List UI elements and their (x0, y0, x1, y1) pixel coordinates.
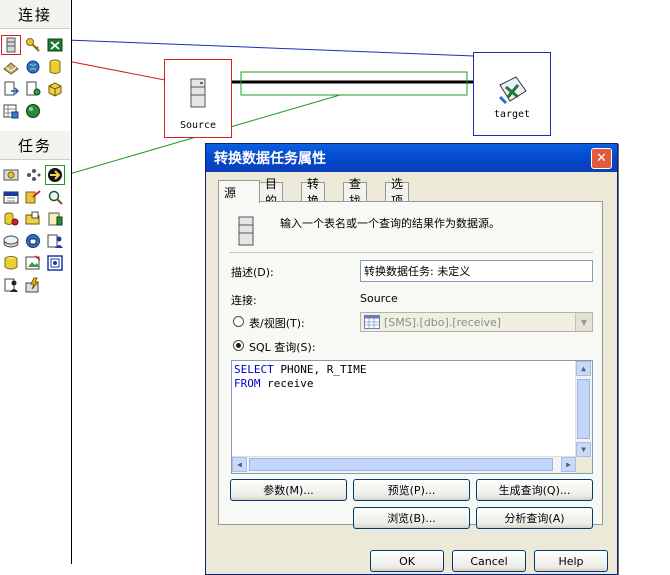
globe-icon[interactable] (24, 58, 42, 76)
scroll-left-icon[interactable]: ◀ (232, 457, 247, 472)
browse-button[interactable]: 浏览(B)... (353, 507, 470, 529)
cancel-button[interactable]: Cancel (452, 550, 526, 572)
globe-db-icon[interactable] (24, 232, 42, 250)
ok-button[interactable]: OK (370, 550, 444, 572)
calendar-icon[interactable] (2, 188, 20, 206)
arrow-task-icon[interactable] (45, 165, 65, 185)
description-label: 描述(D): (231, 266, 274, 279)
connection-label: 连接: (231, 294, 257, 307)
target-excel-icon (498, 76, 527, 105)
box-icon[interactable] (46, 80, 64, 98)
connections-header: 连接 (0, 0, 70, 29)
close-button[interactable]: ✕ (591, 148, 612, 169)
sql-server-db-icon[interactable] (1, 35, 21, 55)
tab-lookup[interactable]: 查找 (343, 177, 368, 208)
vertical-scrollbar[interactable]: ▲ ▼ (575, 361, 592, 457)
tab-options[interactable]: 选项 (385, 177, 410, 208)
target-label: target (493, 109, 531, 120)
build-query-button[interactable]: 生成查询(Q)... (476, 479, 593, 501)
doc-arrow-icon[interactable] (2, 80, 20, 98)
frame-icon[interactable] (46, 254, 64, 272)
description-field[interactable]: 转换数据任务: 未定义 (360, 260, 593, 282)
tab-source[interactable]: 源 (218, 180, 260, 203)
excel-icon[interactable] (46, 36, 64, 54)
table-view-label: 表/视图(T): (249, 317, 305, 330)
source-db-icon (238, 216, 254, 246)
table-view-select[interactable]: [SMS].[dbo].[receive] ▼ (360, 312, 593, 332)
target-connection[interactable]: target (473, 52, 551, 136)
folder-open-icon[interactable] (24, 210, 42, 228)
sql-keyword: SELECT (234, 363, 274, 376)
vertical-scroll-thumb[interactable] (577, 379, 590, 439)
tasks-header: 任务 (0, 131, 70, 160)
table-view-radio[interactable] (233, 316, 244, 327)
preview-button[interactable]: 预览(P)... (353, 479, 470, 501)
source-server-icon (190, 78, 206, 108)
key-icon[interactable] (24, 36, 42, 54)
sql-query-label: SQL 查询(S): (249, 341, 316, 354)
sql-line-1: SELECT PHONE, R_TIME (234, 363, 366, 376)
source-connection[interactable]: Source (164, 59, 232, 138)
parse-query-button[interactable]: 分析查询(A) (476, 507, 593, 529)
help-button[interactable]: Help (534, 550, 608, 572)
sql-keyword: FROM (234, 377, 261, 390)
dialog-title: 转换数据任务属性 (214, 151, 326, 167)
divider (229, 252, 593, 253)
disk-icon[interactable] (2, 232, 20, 250)
tab-destination[interactable]: 目的 (259, 177, 284, 208)
user-icon[interactable] (46, 232, 64, 250)
table-view-value: [SMS].[dbo].[receive] (384, 315, 502, 329)
lightning-icon[interactable] (24, 276, 42, 294)
sql-text: receive (260, 377, 314, 390)
notepad-icon[interactable] (46, 210, 64, 228)
text-file-icon[interactable] (2, 58, 20, 76)
close-icon: ✕ (596, 151, 607, 166)
source-label: Source (179, 120, 217, 131)
horizontal-scrollbar[interactable]: ◀ ▶ (232, 456, 576, 473)
parameters-button[interactable]: 参数(M)... (230, 479, 347, 501)
scroll-up-icon[interactable]: ▲ (576, 361, 591, 376)
dots-task-icon[interactable] (24, 166, 42, 184)
table-icon (364, 315, 380, 329)
sql-query-editor[interactable]: SELECT PHONE, R_TIME FROM receive ▲ ▼ ◀ … (231, 360, 593, 474)
transform-task-properties-dialog: 转换数据任务属性 ✕ 源 目的 转换 查找 选项 输入一个表名或一个查询的结果作… (205, 143, 618, 575)
blue-guide-line (65, 39, 475, 57)
grid-doc-icon[interactable] (2, 102, 20, 120)
tool-palette: 连接 任务 (0, 0, 72, 564)
sql-text: PHONE, R_TIME (273, 363, 367, 376)
dialog-titlebar[interactable]: 转换数据任务属性 ✕ (206, 144, 617, 172)
horizontal-scroll-thumb[interactable] (249, 458, 553, 471)
transform-task-icon[interactable] (2, 166, 20, 184)
person-doc-icon[interactable] (2, 276, 20, 294)
sql-query-radio[interactable] (233, 340, 244, 351)
image-doc-icon[interactable] (24, 254, 42, 272)
tab-transform[interactable]: 转换 (301, 177, 326, 208)
scroll-corner (576, 457, 592, 473)
db-gear-icon[interactable] (2, 210, 20, 228)
magnify-icon[interactable] (46, 188, 64, 206)
scroll-down-icon[interactable]: ▼ (576, 442, 591, 457)
doc-out-icon[interactable] (24, 80, 42, 98)
source-tab-panel: 输入一个表名或一个查询的结果作为数据源。 描述(D): 转换数据任务: 未定义 … (218, 201, 603, 525)
cylinder-db-icon[interactable] (46, 58, 64, 76)
chevron-down-icon[interactable]: ▼ (575, 313, 592, 331)
yellow-db-icon[interactable] (2, 254, 20, 272)
connection-value: Source (360, 292, 398, 305)
source-description-text: 输入一个表名或一个查询的结果作为数据源。 (280, 217, 500, 230)
paint-icon[interactable] (24, 188, 42, 206)
green-circle-icon[interactable] (24, 102, 42, 120)
sql-line-2: FROM receive (234, 377, 313, 390)
scroll-right-icon[interactable]: ▶ (561, 457, 576, 472)
